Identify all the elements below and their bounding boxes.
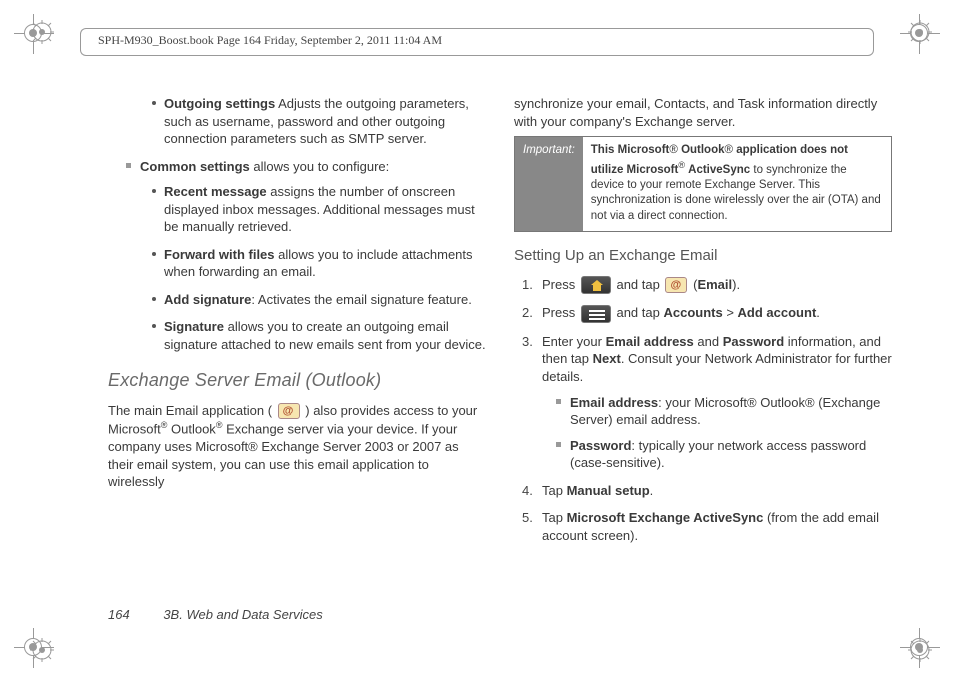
step-item: Press and tap Accounts > Add account. <box>522 304 892 323</box>
subsection-heading: Setting Up an Exchange Email <box>514 246 892 266</box>
list-item: Outgoing settings Adjusts the outgoing p… <box>150 95 486 148</box>
email-icon <box>665 277 687 293</box>
page: SPH-M930_Boost.book Page 164 Friday, Sep… <box>0 0 954 682</box>
print-header-text: SPH-M930_Boost.book Page 164 Friday, Sep… <box>98 33 442 48</box>
list-item: Email address: your Microsoft® Outlook® … <box>556 394 892 429</box>
step-item: Tap Manual setup. <box>522 482 892 500</box>
steps-list: Press and tap (Email). Press and tap Acc… <box>522 276 892 545</box>
home-icon <box>581 276 611 294</box>
list-item: Signature allows you to create an outgoi… <box>150 318 486 353</box>
print-header: SPH-M930_Boost.book Page 164 Friday, Sep… <box>90 28 864 56</box>
gear-icon <box>30 638 54 662</box>
step-item: Enter your Email address and Password in… <box>522 333 892 472</box>
list-item: Recent message assigns the number of ons… <box>150 183 486 236</box>
gear-icon <box>908 20 932 44</box>
list-item: Forward with files allows you to include… <box>150 246 486 281</box>
right-column: synchronize your email, Contacts, and Ta… <box>514 95 892 572</box>
step-item: Tap Microsoft Exchange ActiveSync (from … <box>522 509 892 544</box>
page-number: 164 <box>108 607 130 622</box>
menu-icon <box>581 305 611 323</box>
section-heading: Exchange Server Email (Outlook) <box>108 368 486 392</box>
list-item: Add signature: Activates the email signa… <box>150 291 486 309</box>
note-body: This Microsoft® Outlook® application doe… <box>583 137 891 230</box>
gear-icon <box>30 20 54 44</box>
gear-icon <box>908 638 932 662</box>
note-label: Important: <box>515 137 583 230</box>
content: Outgoing settings Adjusts the outgoing p… <box>108 95 892 572</box>
section-title: 3B. Web and Data Services <box>163 607 322 622</box>
list-item: Common settings allows you to configure: <box>126 158 486 176</box>
email-icon <box>278 403 300 419</box>
list-item: Password: typically your network access … <box>556 437 892 472</box>
paragraph: synchronize your email, Contacts, and Ta… <box>514 95 892 130</box>
page-footer: 164 3B. Web and Data Services <box>108 607 323 622</box>
step-item: Press and tap (Email). <box>522 276 892 295</box>
paragraph: The main Email application ( ) also prov… <box>108 402 486 491</box>
left-column: Outgoing settings Adjusts the outgoing p… <box>108 95 486 572</box>
important-note: Important: This Microsoft® Outlook® appl… <box>514 136 892 231</box>
